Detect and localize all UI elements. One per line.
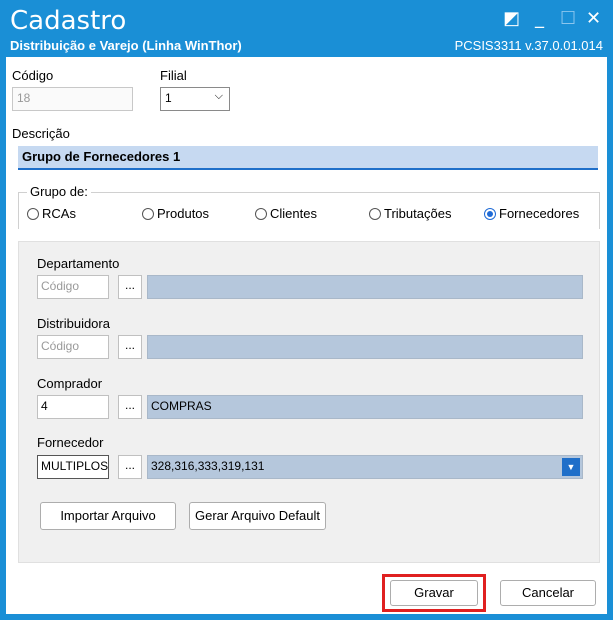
codigo-label: Código bbox=[12, 68, 54, 83]
radio-clientes[interactable]: Clientes bbox=[255, 206, 317, 221]
comprador-label: Comprador bbox=[37, 376, 103, 391]
radio-tributacoes[interactable]: Tributações bbox=[369, 206, 451, 221]
departamento-code-field[interactable]: Código bbox=[37, 275, 109, 299]
fornecedor-search-button[interactable]: ... bbox=[118, 455, 142, 479]
close-icon[interactable]: ✕ bbox=[586, 8, 601, 29]
gerar-arquivo-default-button[interactable]: Gerar Arquivo Default bbox=[189, 502, 326, 530]
fornecedor-value: 328,316,333,319,131 bbox=[151, 459, 265, 473]
radio-label: Tributações bbox=[384, 206, 452, 221]
grupo-de-label: Grupo de: bbox=[27, 184, 91, 199]
window-title: Cadastro bbox=[10, 6, 127, 36]
radio-label: Fornecedores bbox=[499, 206, 580, 221]
distribuidora-code-field[interactable]: Código bbox=[37, 335, 109, 359]
radio-rcas[interactable]: RCAs bbox=[27, 206, 76, 221]
departamento-search-button[interactable]: ... bbox=[118, 275, 142, 299]
highlight-box bbox=[382, 574, 486, 612]
window: Cadastro Distribuição e Varejo (Linha Wi… bbox=[0, 0, 613, 620]
window-subtitle: Distribuição e Varejo (Linha WinThor) bbox=[10, 38, 242, 53]
radio-label: Produtos bbox=[157, 206, 210, 221]
restore-icon[interactable]: ◩ bbox=[503, 8, 520, 29]
fornecedor-code-field[interactable]: MULTIPLOS bbox=[37, 455, 109, 479]
minimize-icon[interactable]: _ bbox=[535, 8, 544, 29]
filial-select[interactable]: 1 ⌵ bbox=[160, 87, 230, 111]
radio-produtos[interactable]: Produtos bbox=[142, 206, 209, 221]
title-bar[interactable]: Cadastro Distribuição e Varejo (Linha Wi… bbox=[0, 0, 613, 57]
version-label: PCSIS3311 v.37.0.01.014 bbox=[454, 38, 603, 53]
descricao-label: Descrição bbox=[12, 126, 70, 141]
distribuidora-label: Distribuidora bbox=[37, 316, 110, 331]
cancelar-button[interactable]: Cancelar bbox=[500, 580, 596, 606]
maximize-icon[interactable]: ☐ bbox=[560, 8, 576, 29]
comprador-search-button[interactable]: ... bbox=[118, 395, 142, 419]
comprador-code-field[interactable]: 4 bbox=[37, 395, 109, 419]
radio-circle-icon bbox=[255, 207, 267, 220]
distribuidora-name-field bbox=[147, 335, 583, 359]
descricao-field[interactable]: Grupo de Fornecedores 1 bbox=[18, 146, 598, 170]
fornecedor-select[interactable]: 328,316,333,319,131 ▼ bbox=[147, 455, 583, 479]
fornecedor-label: Fornecedor bbox=[37, 435, 104, 450]
radio-fornecedores[interactable]: Fornecedores bbox=[484, 206, 579, 221]
radio-label: RCAs bbox=[42, 206, 76, 221]
filial-label: Filial bbox=[160, 68, 187, 83]
departamento-label: Departamento bbox=[37, 256, 120, 271]
codigo-field: 18 bbox=[12, 87, 133, 111]
dropdown-arrow-icon[interactable]: ▼ bbox=[562, 458, 580, 476]
chevron-down-icon: ⌵ bbox=[214, 90, 223, 102]
radio-label: Clientes bbox=[270, 206, 317, 221]
distribuidora-search-button[interactable]: ... bbox=[118, 335, 142, 359]
importar-arquivo-button[interactable]: Importar Arquivo bbox=[40, 502, 176, 530]
radio-circle-icon bbox=[369, 207, 381, 220]
radio-circle-icon bbox=[142, 207, 154, 220]
comprador-name-field: COMPRAS bbox=[147, 395, 583, 419]
departamento-name-field bbox=[147, 275, 583, 299]
radio-checked-icon bbox=[484, 207, 496, 220]
radio-circle-icon bbox=[27, 207, 39, 220]
filial-value: 1 bbox=[165, 91, 172, 105]
